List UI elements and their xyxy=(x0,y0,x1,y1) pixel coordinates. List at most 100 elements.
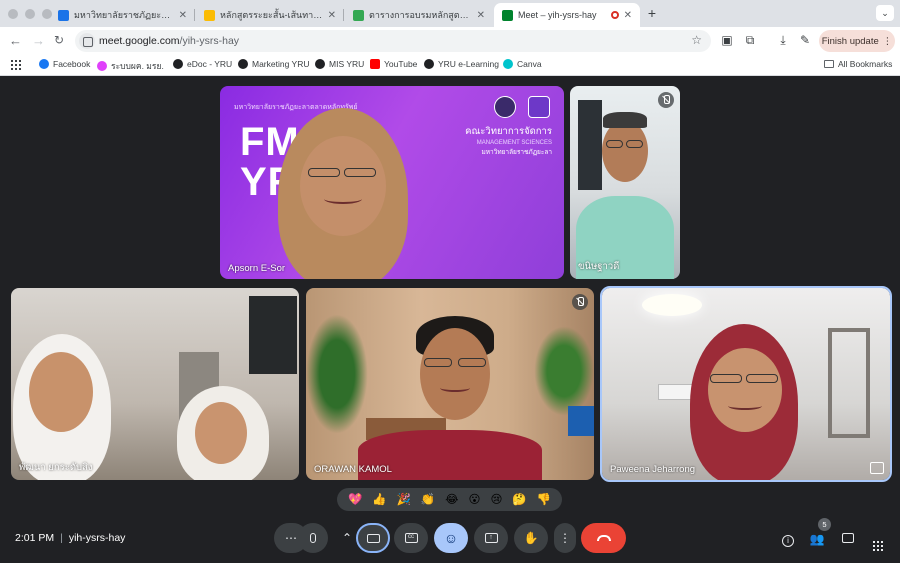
calendar-favicon-icon xyxy=(58,9,69,21)
pen-tool-icon[interactable]: ✎ xyxy=(798,33,812,47)
chevron-up-icon: ⌃ xyxy=(341,531,353,545)
more-options-button[interactable]: ⋮ xyxy=(554,523,576,553)
puzzle-extensions-icon[interactable]: ⧉ xyxy=(743,33,757,47)
participant-tile-2[interactable]: ขนิษฐาวดี xyxy=(570,86,680,279)
people-button[interactable]: 👥 xyxy=(809,531,825,547)
reaction-bar: 💖 👍 🎉 👏 😂 😮 😢 🤔 👎 xyxy=(337,488,562,511)
chat-icon xyxy=(842,533,854,543)
tab-calendar[interactable]: มหาวิทยาลัยราชภัฏยะลา - Caler ✕ xyxy=(50,3,195,27)
globe-icon xyxy=(424,59,434,69)
youtube-icon xyxy=(370,59,380,69)
reactions-button[interactable]: ☺ xyxy=(434,523,468,553)
more-vert-icon: ⋮ xyxy=(882,35,893,47)
extension-icon[interactable]: ▣ xyxy=(720,33,734,47)
reload-icon[interactable]: ↻ xyxy=(54,33,64,47)
set-logo-icon xyxy=(528,96,550,118)
reaction-clap[interactable]: 👏 xyxy=(421,494,435,506)
participant-name: ORAWAN KAMOL xyxy=(314,464,392,475)
participant-tile-orawan[interactable]: ORAWAN KAMOL xyxy=(306,288,594,480)
chevron-down-icon: ⌄ xyxy=(881,8,889,18)
muted-mic-icon xyxy=(572,294,588,310)
close-tab-icon[interactable]: ✕ xyxy=(328,10,336,21)
chat-button[interactable] xyxy=(840,531,856,547)
hr-system-icon xyxy=(97,61,107,71)
camera-button[interactable] xyxy=(356,523,390,553)
tab-drive-doc[interactable]: หลักสูตรระยะสั้น-เส้นทางนักการตลาด ✕ xyxy=(196,3,344,27)
bookmark-youtube[interactable]: YouTube xyxy=(370,59,417,69)
bookmarks-bar: Facebook ระบบผค. มรย. eDoc - YRU Marketi… xyxy=(0,55,900,76)
participant-tile-apsorn[interactable]: มหาวิทยาลัยราชภัฏยะลาตลาดหลักทรัพย์ FM Y… xyxy=(220,86,564,279)
close-window-icon[interactable] xyxy=(8,9,18,19)
close-tab-icon[interactable]: ✕ xyxy=(179,10,187,21)
back-arrow-icon[interactable]: ← xyxy=(9,33,22,48)
forward-arrow-icon[interactable]: → xyxy=(32,33,45,48)
present-screen-button[interactable]: ↑ xyxy=(474,523,508,553)
meeting-code: yih-ysrs-hay xyxy=(68,532,126,544)
close-tab-icon[interactable]: ✕ xyxy=(477,10,485,21)
bookmark-hr-system[interactable]: ระบบผค. มรย. xyxy=(97,59,164,73)
participant-name: พัฒนา ยกระดับสิง xyxy=(19,462,93,473)
more-horiz-icon: ⋯ xyxy=(285,531,297,545)
tab-sheets-schedule[interactable]: ตารางการอบรมหลักสูตรระยะสั้น ✕ xyxy=(345,3,493,27)
bookmark-canva[interactable]: Canva xyxy=(503,59,542,69)
tab-search-button[interactable]: ⌄ xyxy=(876,5,894,21)
bookmark-star-icon[interactable]: ☆ xyxy=(691,33,702,47)
globe-icon xyxy=(315,59,325,69)
call-end-icon xyxy=(596,535,611,541)
participant-name: Paweena Jeharrong xyxy=(610,464,696,475)
mic-icon xyxy=(310,533,316,543)
mic-button[interactable] xyxy=(298,523,328,553)
recording-dot-icon xyxy=(610,11,619,19)
reaction-surprised[interactable]: 😮 xyxy=(468,494,480,506)
captions-button[interactable]: cc xyxy=(394,523,428,553)
tab-meet[interactable]: Meet – yih-ysrs-hay ✕ xyxy=(494,3,640,27)
people-count-badge: 5 xyxy=(818,518,831,531)
participant-video xyxy=(420,328,490,420)
emoji-icon: ☺ xyxy=(443,530,459,546)
reaction-thinking[interactable]: 🤔 xyxy=(512,494,526,506)
reaction-sad[interactable]: 😢 xyxy=(490,494,502,506)
participant-tile-3[interactable]: พัฒนา ยกระดับสิง xyxy=(11,288,299,480)
bookmark-facebook[interactable]: Facebook xyxy=(39,59,90,69)
reaction-party[interactable]: 🎉 xyxy=(397,494,411,506)
meeting-info-text: 2:01 PM | yih-ysrs-hay xyxy=(15,532,126,544)
more-vert-icon: ⋮ xyxy=(559,531,571,545)
closed-captions-icon: cc xyxy=(404,533,418,543)
reaction-laugh[interactable]: 😂 xyxy=(445,494,458,506)
sheets-favicon-icon xyxy=(353,9,364,21)
picture-in-picture-icon[interactable] xyxy=(870,462,884,474)
globe-icon xyxy=(238,59,248,69)
facebook-icon xyxy=(39,59,49,69)
finish-update-button[interactable]: Finish update ⋮ xyxy=(819,30,895,52)
site-info-icon[interactable] xyxy=(79,33,95,49)
muted-mic-icon xyxy=(658,92,674,108)
close-tab-icon[interactable]: ✕ xyxy=(624,10,632,21)
bookmark-edoc[interactable]: eDoc - YRU xyxy=(173,59,232,69)
reaction-thumbs-down[interactable]: 👎 xyxy=(537,494,551,506)
reaction-heart[interactable]: 💖 xyxy=(348,494,362,506)
download-icon[interactable]: ⤓ xyxy=(776,33,790,47)
drive-favicon-icon xyxy=(204,9,215,21)
participant-tile-paweena[interactable]: Paweena Jeharrong xyxy=(600,286,892,482)
window-controls[interactable] xyxy=(8,9,52,19)
browser-toolbar: ← → ↻ meet.google.com/yih-ysrs-hay ☆ ▣ ⧉… xyxy=(0,27,900,55)
apps-grid-icon[interactable] xyxy=(11,60,21,70)
faculty-banner: คณะวิทยาการจัดการ MANAGEMENT SCIENCES มห… xyxy=(465,126,552,156)
participant-name: ขนิษฐาวดี xyxy=(578,261,620,272)
globe-icon xyxy=(173,59,183,69)
bookmark-elearning[interactable]: YRU e-Learning xyxy=(424,59,499,69)
minimize-window-icon[interactable] xyxy=(25,9,35,19)
address-bar[interactable]: meet.google.com/yih-ysrs-hay ☆ xyxy=(75,30,711,52)
bookmark-marketing[interactable]: Marketing YRU xyxy=(238,59,309,69)
hand-icon: ✋ xyxy=(523,531,539,545)
reaction-thumbs-up[interactable]: 👍 xyxy=(372,494,386,506)
present-to-all-icon: ↑ xyxy=(484,533,498,543)
meet-favicon-icon xyxy=(502,9,513,21)
activities-button[interactable] xyxy=(870,531,886,551)
leave-call-button[interactable] xyxy=(581,523,626,553)
new-tab-button[interactable]: + xyxy=(643,6,661,22)
meeting-details-button[interactable]: i xyxy=(780,531,796,547)
bookmark-mis[interactable]: MIS YRU xyxy=(315,59,364,69)
all-bookmarks[interactable]: All Bookmarks xyxy=(824,59,892,69)
raise-hand-button[interactable]: ✋ xyxy=(514,523,548,553)
